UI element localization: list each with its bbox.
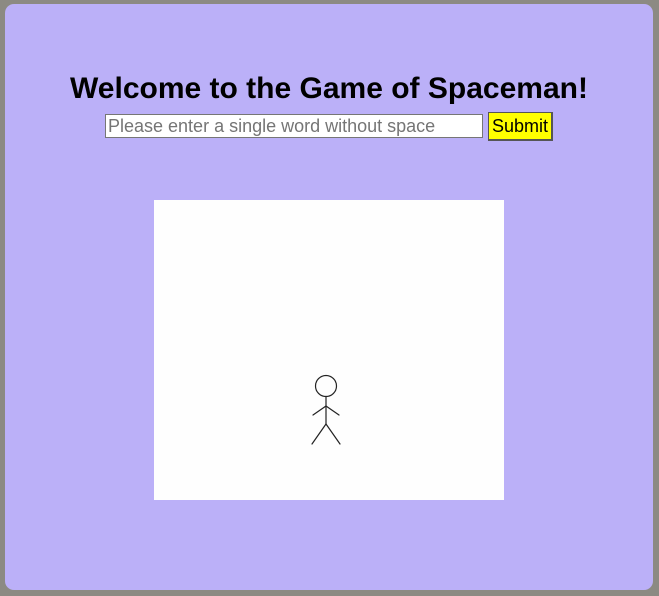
submit-button[interactable]: Submit bbox=[488, 112, 553, 141]
word-input[interactable] bbox=[105, 114, 483, 138]
page-title: Welcome to the Game of Spaceman! bbox=[70, 72, 588, 105]
figure-left-arm bbox=[312, 405, 327, 416]
game-canvas bbox=[154, 200, 504, 500]
stick-figure-icon bbox=[311, 374, 341, 445]
figure-left-leg bbox=[311, 423, 327, 445]
game-panel: Welcome to the Game of Spaceman! Submit bbox=[5, 4, 653, 590]
figure-right-arm bbox=[325, 405, 340, 416]
figure-head bbox=[314, 374, 338, 398]
figure-right-leg bbox=[325, 423, 341, 445]
